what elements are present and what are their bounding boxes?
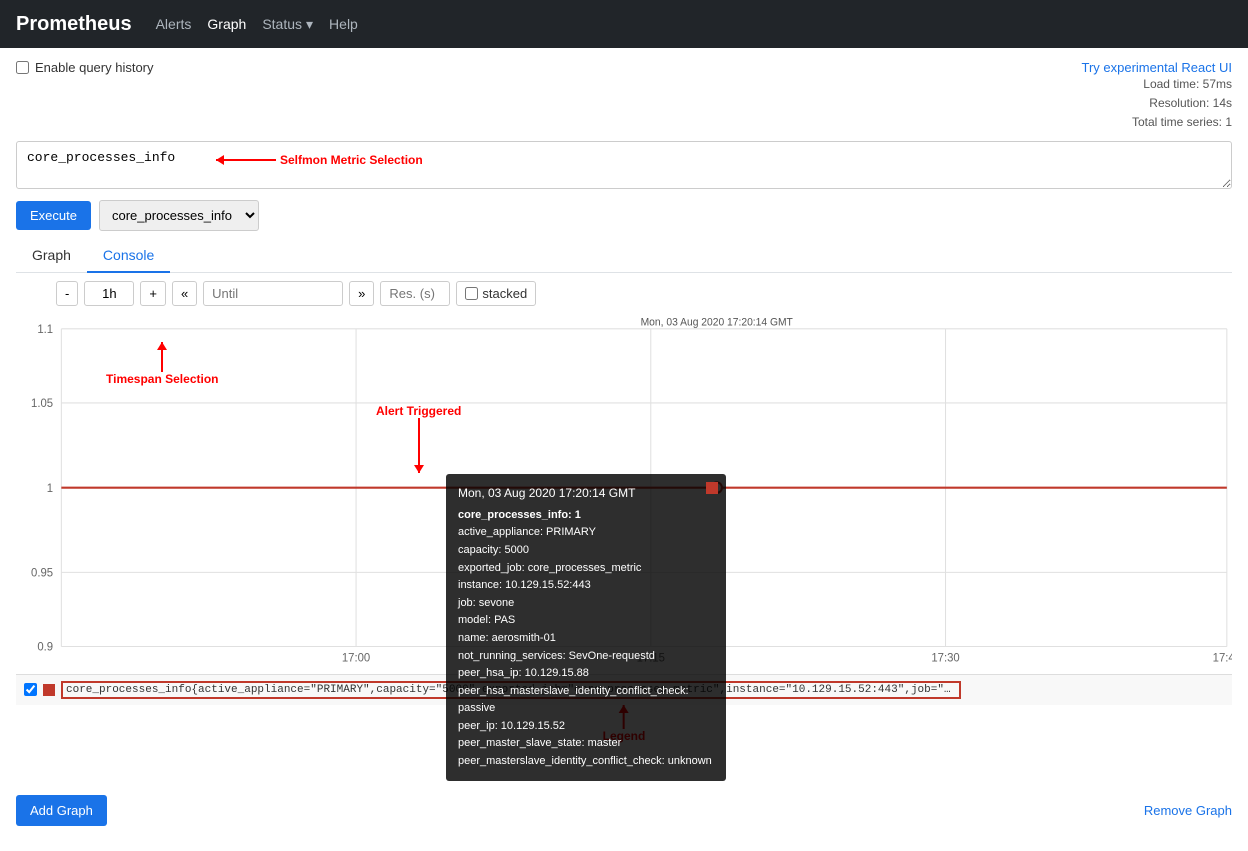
svg-text:17:30: 17:30 [931, 652, 959, 664]
legend-label: Legend [603, 729, 646, 743]
annotation-label: Selfmon Metric Selection [280, 153, 423, 167]
nav-graph[interactable]: Graph [207, 12, 246, 36]
total-series: Total time series: 1 [1081, 113, 1232, 132]
svg-text:17:45: 17:45 [1213, 652, 1232, 664]
chart-wrapper: 1.1 1.05 1 0.95 0.9 Mon, 03 Aug 2020 17: [16, 314, 1232, 674]
legend-color [43, 684, 55, 696]
resolution: Resolution: 14s [1081, 94, 1232, 113]
rewind-button[interactable]: « [172, 281, 197, 306]
tabs: Graph Console [16, 239, 1232, 273]
until-input[interactable] [203, 281, 343, 306]
metric-select[interactable]: core_processes_info [99, 200, 259, 231]
svg-text:1.1: 1.1 [37, 324, 53, 336]
navbar-brand: Prometheus [16, 13, 132, 36]
load-time: Load time: 57ms [1081, 75, 1232, 94]
stacked-toggle[interactable]: stacked [456, 281, 536, 306]
minus-button[interactable]: - [56, 281, 78, 306]
controls-row: Execute core_processes_info [16, 200, 1232, 231]
stacked-label: stacked [482, 286, 527, 301]
try-react-link[interactable]: Try experimental React UI [1081, 60, 1232, 75]
query-area: core_processes_info Selfmon Metric Selec… [16, 141, 1232, 192]
nav-status[interactable]: Status ▾ [262, 16, 313, 33]
top-row: Enable query history Try experimental Re… [16, 60, 1232, 133]
legend-checkbox[interactable] [24, 683, 37, 696]
navbar: Prometheus Alerts Graph Status ▾ Help [0, 0, 1248, 48]
right-info: Try experimental React UI Load time: 57m… [1081, 60, 1232, 133]
legend-annotation-wrapper: Legend [16, 705, 1232, 755]
nav-alerts[interactable]: Alerts [156, 12, 192, 36]
tab-graph[interactable]: Graph [16, 239, 87, 273]
add-graph-button[interactable]: Add Graph [16, 795, 107, 826]
bottom-row: Add Graph Remove Graph [16, 791, 1232, 830]
stacked-checkbox[interactable] [465, 287, 478, 300]
res-input[interactable] [380, 281, 450, 306]
remove-graph-button[interactable]: Remove Graph [1144, 803, 1232, 818]
graph-controls: - + « » stacked [56, 281, 1232, 306]
main-content: Enable query history Try experimental Re… [0, 48, 1248, 850]
enable-history-label: Enable query history [35, 60, 154, 75]
tab-console[interactable]: Console [87, 239, 170, 273]
chart-svg: 1.1 1.05 1 0.95 0.9 Mon, 03 Aug 2020 17: [16, 314, 1232, 674]
enable-history-row: Enable query history [16, 60, 154, 75]
legend-annotation: Legend [603, 705, 646, 743]
svg-text:Mon, 03 Aug 2020 17:20:14 GMT: Mon, 03 Aug 2020 17:20:14 GMT [641, 317, 794, 328]
execute-button[interactable]: Execute [16, 201, 91, 230]
annotation-arrow [216, 159, 276, 161]
legend-arrow-up [623, 705, 625, 729]
graph-section: - + « » stacked 1.1 1.05 1 0.95 [16, 273, 1232, 838]
svg-text:0.9: 0.9 [37, 641, 53, 653]
legend-text: core_processes_info{active_appliance="PR… [61, 681, 961, 699]
svg-text:1: 1 [47, 482, 53, 494]
forward-button[interactable]: » [349, 281, 374, 306]
plus-button[interactable]: + [140, 281, 166, 306]
query-annotation: Selfmon Metric Selection [216, 153, 423, 167]
stats-block: Load time: 57ms Resolution: 14s Total ti… [1081, 75, 1232, 133]
svg-text:17:00: 17:00 [342, 652, 370, 664]
svg-text:0.95: 0.95 [31, 567, 53, 579]
svg-text:17:15: 17:15 [637, 652, 665, 664]
duration-input[interactable] [84, 281, 134, 306]
enable-history-checkbox[interactable] [16, 61, 29, 74]
nav-help[interactable]: Help [329, 12, 358, 36]
legend-area: core_processes_info{active_appliance="PR… [16, 674, 1232, 705]
query-input[interactable]: core_processes_info [16, 141, 1232, 189]
svg-text:1.05: 1.05 [31, 398, 53, 410]
